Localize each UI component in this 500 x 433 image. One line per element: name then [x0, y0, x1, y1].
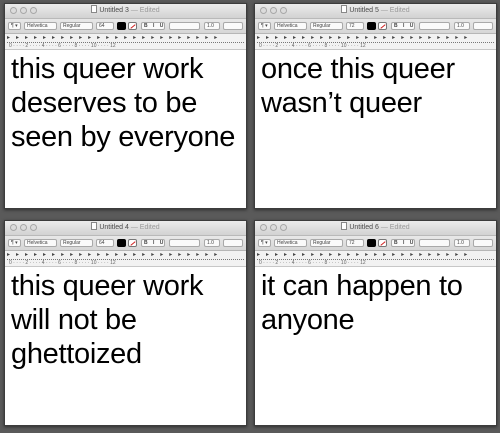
format-toolbar: ¶ ▾ Helvetica Regular 72 B I U 1.0	[255, 19, 496, 34]
title-bar[interactable]: Untitled 3 — Edited	[5, 4, 246, 19]
format-toolbar: ¶ ▾ Helvetica Regular 72 B I U 1.0	[255, 236, 496, 251]
textedit-window-untitled-3[interactable]: Untitled 3 — Edited ¶ ▾ Helvetica Regula…	[4, 3, 247, 209]
document-icon	[341, 222, 348, 230]
textedit-window-untitled-6[interactable]: Untitled 6 — Edited ¶ ▾ Helvetica Regula…	[254, 220, 497, 426]
bold-italic-underline-buttons[interactable]: B I U	[141, 239, 165, 247]
ruler-numbers: 0 · · · · 2 · · · · 4 · · · · 6 · · · · …	[259, 43, 366, 49]
ruler[interactable]: ▸▸▸▸▸▸▸▸▸▸▸▸▸▸▸▸▸▸▸▸▸▸▸▸ 0 · · · · 2 · ·…	[255, 251, 496, 267]
font-family-select[interactable]: Helvetica	[274, 239, 307, 247]
format-toolbar: ¶ ▾ Helvetica Regular 64 B I U 1.0	[5, 236, 246, 251]
font-style-select[interactable]: Regular	[60, 22, 93, 30]
document-body[interactable]: this queer work will not be ghettoized	[5, 267, 246, 371]
window-title: Untitled 3 — Edited	[5, 5, 246, 17]
document-body[interactable]: it can happen to anyone	[255, 267, 496, 337]
line-spacing-select[interactable]: 1.0	[454, 239, 470, 247]
format-toolbar: ¶ ▾ Helvetica Regular 64 B I U 1.0	[5, 19, 246, 34]
textedit-window-untitled-4[interactable]: Untitled 4 — Edited ¶ ▾ Helvetica Regula…	[4, 220, 247, 426]
document-body[interactable]: this queer work deserves to be seen by e…	[5, 50, 246, 154]
document-text[interactable]: it can happen to anyone	[261, 269, 490, 337]
font-family-select[interactable]: Helvetica	[24, 22, 57, 30]
tab-stop-marker[interactable]: ▸▸▸▸▸▸▸▸▸▸▸▸▸▸▸▸▸▸▸▸▸▸▸▸	[7, 252, 244, 258]
font-style-select[interactable]: Regular	[310, 239, 343, 247]
ruler-numbers: 0 · · · · 2 · · · · 4 · · · · 6 · · · · …	[9, 43, 116, 49]
ruler[interactable]: ▸▸▸▸▸▸▸▸▸▸▸▸▸▸▸▸▸▸▸▸▸▸▸▸ 0 · · · · 2 · ·…	[5, 34, 246, 50]
window-title: Untitled 4 — Edited	[5, 222, 246, 234]
paragraph-styles-button[interactable]: ¶ ▾	[258, 239, 271, 247]
ruler[interactable]: ▸▸▸▸▸▸▸▸▸▸▸▸▸▸▸▸▸▸▸▸▸▸▸▸ 0 · · · · 2 · ·…	[255, 34, 496, 50]
font-size-field[interactable]: 72	[346, 239, 364, 247]
line-spacing-select[interactable]: 1.0	[204, 239, 220, 247]
alignment-buttons[interactable]	[419, 22, 450, 30]
line-spacing-select[interactable]: 1.0	[204, 22, 220, 30]
bold-italic-underline-buttons[interactable]: B I U	[391, 22, 415, 30]
text-color-swatch[interactable]	[117, 239, 126, 247]
list-style-button[interactable]	[223, 22, 243, 30]
title-bar[interactable]: Untitled 6 — Edited	[255, 221, 496, 236]
paragraph-styles-button[interactable]: ¶ ▾	[8, 239, 21, 247]
text-color-swatch[interactable]	[367, 239, 376, 247]
list-style-button[interactable]	[473, 22, 493, 30]
tab-stop-marker[interactable]: ▸▸▸▸▸▸▸▸▸▸▸▸▸▸▸▸▸▸▸▸▸▸▸▸	[257, 252, 494, 258]
document-icon	[341, 5, 348, 13]
alignment-buttons[interactable]	[169, 22, 200, 30]
ruler-numbers: 0 · · · · 2 · · · · 4 · · · · 6 · · · · …	[9, 260, 116, 266]
tab-stop-marker[interactable]: ▸▸▸▸▸▸▸▸▸▸▸▸▸▸▸▸▸▸▸▸▸▸▸▸	[257, 35, 494, 41]
font-size-field[interactable]: 64	[96, 22, 114, 30]
ruler[interactable]: ▸▸▸▸▸▸▸▸▸▸▸▸▸▸▸▸▸▸▸▸▸▸▸▸ 0 · · · · 2 · ·…	[5, 251, 246, 267]
paragraph-styles-button[interactable]: ¶ ▾	[258, 22, 271, 30]
document-icon	[91, 5, 98, 13]
text-color-swatch[interactable]	[367, 22, 376, 30]
document-body[interactable]: once this queer wasn’t queer	[255, 50, 496, 120]
font-family-select[interactable]: Helvetica	[24, 239, 57, 247]
font-size-field[interactable]: 64	[96, 239, 114, 247]
document-icon	[91, 222, 98, 230]
font-family-select[interactable]: Helvetica	[274, 22, 307, 30]
list-style-button[interactable]	[223, 239, 243, 247]
textedit-window-untitled-5[interactable]: Untitled 5 — Edited ¶ ▾ Helvetica Regula…	[254, 3, 497, 209]
font-style-select[interactable]: Regular	[60, 239, 93, 247]
bold-italic-underline-buttons[interactable]: B I U	[141, 22, 165, 30]
line-spacing-select[interactable]: 1.0	[454, 22, 470, 30]
highlight-color-swatch[interactable]	[128, 22, 137, 30]
window-title: Untitled 5 — Edited	[255, 5, 496, 17]
highlight-color-swatch[interactable]	[378, 22, 387, 30]
bold-italic-underline-buttons[interactable]: B I U	[391, 239, 415, 247]
document-text[interactable]: once this queer wasn’t queer	[261, 52, 490, 120]
highlight-color-swatch[interactable]	[378, 239, 387, 247]
alignment-buttons[interactable]	[169, 239, 200, 247]
paragraph-styles-button[interactable]: ¶ ▾	[8, 22, 21, 30]
document-text[interactable]: this queer work deserves to be seen by e…	[11, 52, 240, 154]
document-text[interactable]: this queer work will not be ghettoized	[11, 269, 240, 371]
list-style-button[interactable]	[473, 239, 493, 247]
title-bar[interactable]: Untitled 4 — Edited	[5, 221, 246, 236]
font-size-field[interactable]: 72	[346, 22, 364, 30]
ruler-numbers: 0 · · · · 2 · · · · 4 · · · · 6 · · · · …	[259, 260, 366, 266]
title-bar[interactable]: Untitled 5 — Edited	[255, 4, 496, 19]
font-style-select[interactable]: Regular	[310, 22, 343, 30]
highlight-color-swatch[interactable]	[128, 239, 137, 247]
text-color-swatch[interactable]	[117, 22, 126, 30]
window-title: Untitled 6 — Edited	[255, 222, 496, 234]
tab-stop-marker[interactable]: ▸▸▸▸▸▸▸▸▸▸▸▸▸▸▸▸▸▸▸▸▸▸▸▸	[7, 35, 244, 41]
alignment-buttons[interactable]	[419, 239, 450, 247]
